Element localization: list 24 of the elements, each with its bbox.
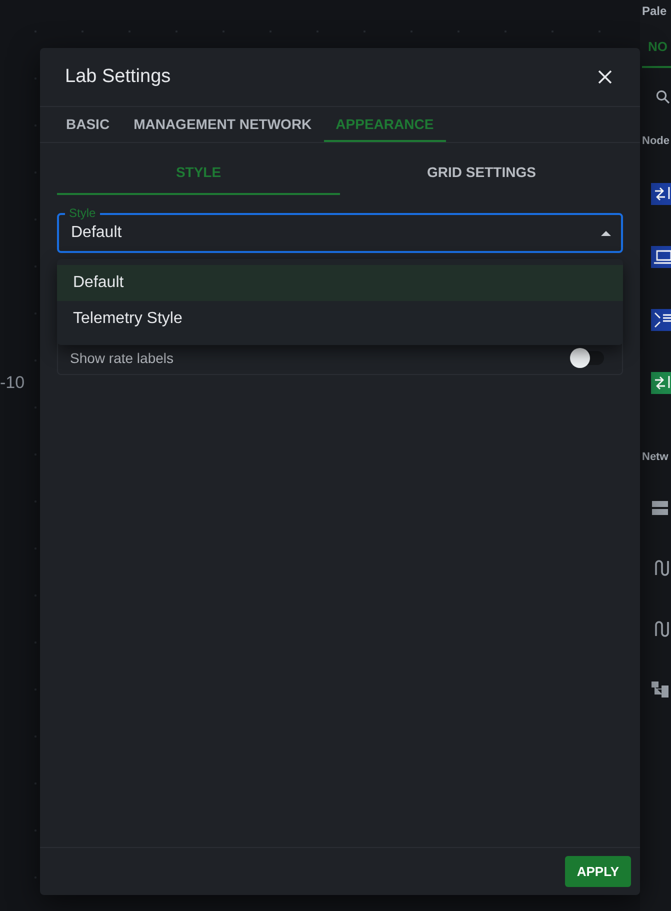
menu-option[interactable]: Telemetry Style	[57, 301, 623, 337]
sub-tab[interactable]: GRID SETTINGS	[340, 151, 623, 195]
select-value: Default	[71, 224, 122, 242]
panel-title: Pale	[642, 3, 668, 20]
switch-icon[interactable]	[651, 372, 671, 394]
axis-label: -10	[0, 373, 25, 393]
dialog-title: Lab Settings	[65, 66, 171, 88]
close-button[interactable]	[596, 68, 614, 86]
tab[interactable]: BASIC	[54, 107, 122, 142]
apply-button[interactable]: APPLY	[564, 856, 631, 887]
router-icon[interactable]	[651, 309, 671, 331]
server-icon[interactable]	[651, 499, 669, 517]
section-title: Netw	[642, 451, 670, 463]
tab[interactable]: MANAGEMENT NETWORK	[122, 107, 324, 142]
section-title: Node	[642, 135, 670, 147]
setting-label: Show rate labels	[70, 350, 174, 366]
search-icon[interactable]	[656, 90, 670, 104]
caret-icon	[601, 230, 611, 236]
menu-option[interactable]: Default	[57, 265, 623, 301]
field-label: Style	[65, 206, 100, 220]
switch-icon[interactable]	[651, 183, 671, 205]
laptop-icon[interactable]	[651, 246, 671, 268]
toggle-thumb[interactable]	[570, 348, 590, 368]
hierarchy-icon[interactable]	[651, 680, 671, 698]
